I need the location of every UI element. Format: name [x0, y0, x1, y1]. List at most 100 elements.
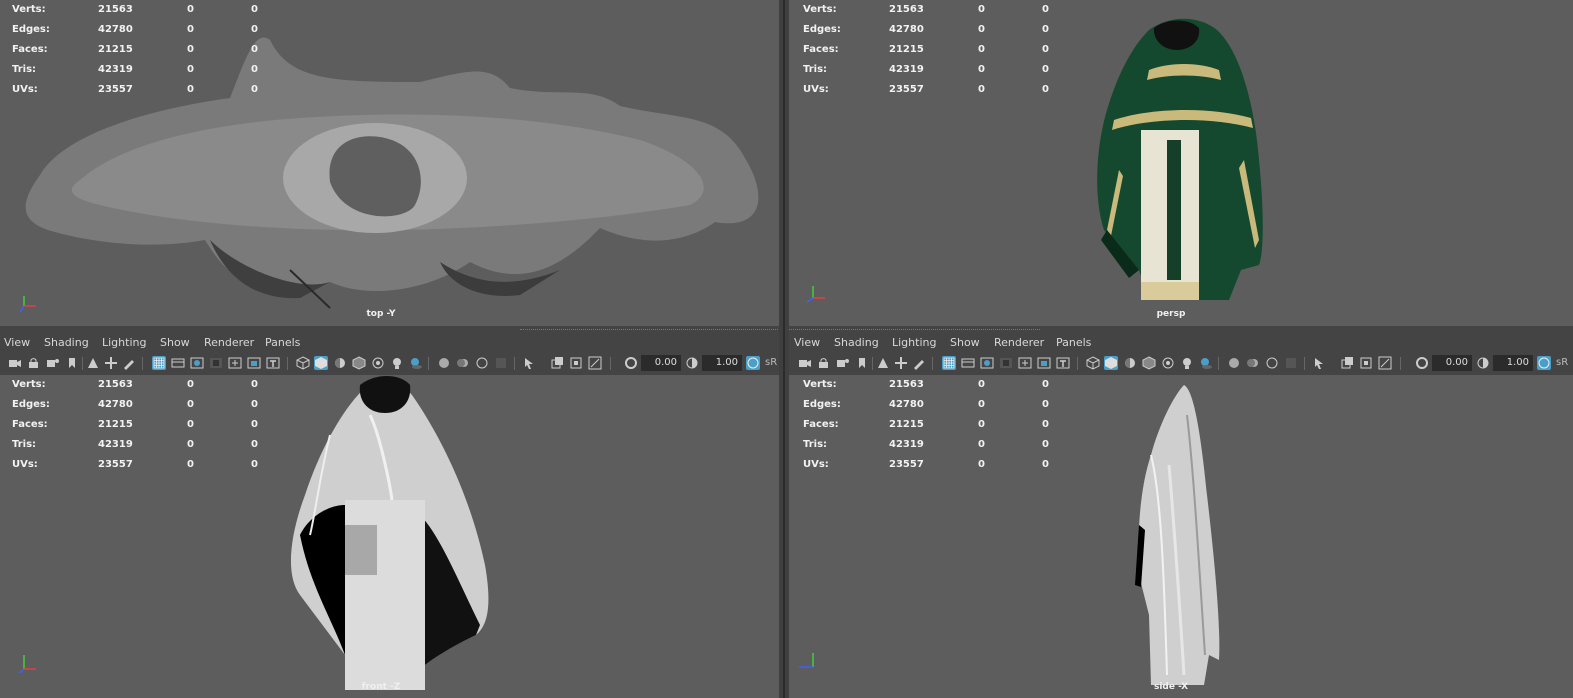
motion-blur-icon[interactable] [456, 356, 470, 370]
grid-icon[interactable] [942, 356, 956, 370]
menu-lighting[interactable]: Lighting [892, 336, 936, 349]
film-gate-icon[interactable] [171, 356, 185, 370]
frame-all-icon[interactable] [569, 356, 583, 370]
hud-label: Faces: [12, 419, 48, 430]
textured-icon[interactable] [1142, 356, 1156, 370]
move-camera-icon[interactable] [104, 356, 118, 370]
light-icon[interactable] [390, 356, 404, 370]
color-management-icon[interactable] [746, 356, 760, 370]
shadow-icon[interactable] [1199, 356, 1213, 370]
gate-mask-icon[interactable] [209, 356, 223, 370]
default-material-icon[interactable] [1123, 356, 1137, 370]
move-camera-icon[interactable] [894, 356, 908, 370]
menu-show[interactable]: Show [160, 336, 190, 349]
menu-show[interactable]: Show [950, 336, 980, 349]
resolution-gate-icon[interactable] [980, 356, 994, 370]
textured-icon[interactable] [352, 356, 366, 370]
depth-of-field-icon[interactable] [1284, 356, 1298, 370]
wireframe-icon[interactable] [1086, 356, 1100, 370]
default-material-icon[interactable] [333, 356, 347, 370]
pencil-icon[interactable] [912, 356, 926, 370]
hud-value: 42319 [889, 439, 924, 450]
field-chart-icon[interactable] [228, 356, 242, 370]
ambient-occlusion-icon[interactable] [1227, 356, 1241, 370]
field-chart-icon[interactable] [1018, 356, 1032, 370]
smooth-shade-icon[interactable] [314, 356, 328, 370]
camera-icon[interactable] [8, 356, 22, 370]
exposure-field[interactable]: 0.00 [641, 355, 681, 371]
xray-icon[interactable] [371, 356, 385, 370]
exposure-icon[interactable] [624, 356, 638, 370]
color-management-icon[interactable] [1537, 356, 1551, 370]
menu-panels[interactable]: Panels [265, 336, 300, 349]
viewport-side[interactable]: Verts: 21563 0 0 Edges: 42780 0 0 Faces: 21215 0… [789, 375, 1573, 698]
pencil-icon[interactable] [122, 356, 136, 370]
menu-shading[interactable]: Shading [834, 336, 879, 349]
bookmark-icon[interactable] [855, 356, 869, 370]
isolate-icon[interactable] [1313, 356, 1327, 370]
exposure-field[interactable]: 0.00 [1432, 355, 1472, 371]
bookmark-icon[interactable] [65, 356, 79, 370]
gamma-field[interactable]: 1.00 [1493, 355, 1533, 371]
motion-blur-icon[interactable] [1246, 356, 1260, 370]
light-icon[interactable] [1180, 356, 1194, 370]
menu-renderer[interactable]: Renderer [994, 336, 1044, 349]
select-camera-icon[interactable] [876, 356, 890, 370]
hud-value: 23557 [98, 84, 133, 95]
hud-value: 21215 [889, 419, 924, 430]
frame-selected-icon[interactable] [1340, 356, 1354, 370]
viewport-persp[interactable]: Verts: 21563 0 0 Edges: 42780 0 0 Faces: 21215 0… [789, 0, 1573, 326]
menu-view[interactable]: View [794, 336, 820, 349]
ambient-occlusion-icon[interactable] [437, 356, 451, 370]
gamma-field[interactable]: 1.00 [702, 355, 742, 371]
anti-aliasing-icon[interactable] [1265, 356, 1279, 370]
shadow-icon[interactable] [409, 356, 423, 370]
isolate-icon[interactable] [523, 356, 537, 370]
grid-icon[interactable] [152, 356, 166, 370]
gate-mask-icon[interactable] [999, 356, 1013, 370]
bookmark-camera-icon[interactable] [46, 356, 60, 370]
safe-action-icon[interactable] [247, 356, 261, 370]
axis-gizmo-icon [19, 296, 36, 313]
expand-icon[interactable] [588, 356, 602, 370]
frame-selected-icon[interactable] [550, 356, 564, 370]
toolbar-separator [1400, 357, 1401, 370]
viewport-front[interactable]: Verts: 21563 0 0 Edges: 42780 0 0 Faces: 21215 0… [0, 375, 779, 698]
safe-action-icon[interactable] [1037, 356, 1051, 370]
viewport-top[interactable]: Verts: 21563 0 0 Edges: 42780 0 0 Faces: 21215 0… [0, 0, 779, 326]
hud-value: 0 [187, 64, 194, 75]
gamma-icon[interactable] [1476, 356, 1490, 370]
xray-icon[interactable] [1161, 356, 1175, 370]
menu-panels[interactable]: Panels [1056, 336, 1091, 349]
menu-view[interactable]: View [4, 336, 30, 349]
smooth-shade-icon[interactable] [1104, 356, 1118, 370]
exposure-icon[interactable] [1415, 356, 1429, 370]
select-camera-icon[interactable] [86, 356, 100, 370]
lock-camera-icon[interactable] [817, 356, 831, 370]
safe-title-icon[interactable] [1056, 356, 1070, 370]
hud-value: 0 [187, 44, 194, 55]
expand-icon[interactable] [1378, 356, 1392, 370]
camera-icon[interactable] [798, 356, 812, 370]
hud-label: Faces: [803, 419, 839, 430]
menu-renderer[interactable]: Renderer [204, 336, 254, 349]
bookmark-camera-icon[interactable] [836, 356, 850, 370]
gamma-icon[interactable] [685, 356, 699, 370]
frame-all-icon[interactable] [1359, 356, 1373, 370]
hud-label: Tris: [803, 64, 828, 75]
film-gate-icon[interactable] [961, 356, 975, 370]
colorspace-label[interactable]: sR [1556, 357, 1568, 368]
resolution-gate-icon[interactable] [190, 356, 204, 370]
safe-title-icon[interactable] [266, 356, 280, 370]
lock-camera-icon[interactable] [27, 356, 41, 370]
anti-aliasing-icon[interactable] [475, 356, 489, 370]
viewport-camera-label: side -X [1153, 682, 1189, 692]
menu-shading[interactable]: Shading [44, 336, 89, 349]
hud-value: 21563 [889, 379, 924, 390]
colorspace-label[interactable]: sR [765, 357, 777, 368]
hud-value: 0 [251, 379, 258, 390]
menu-lighting[interactable]: Lighting [102, 336, 146, 349]
depth-of-field-icon[interactable] [494, 356, 508, 370]
wireframe-icon[interactable] [296, 356, 310, 370]
hud-value: 21215 [98, 44, 133, 55]
